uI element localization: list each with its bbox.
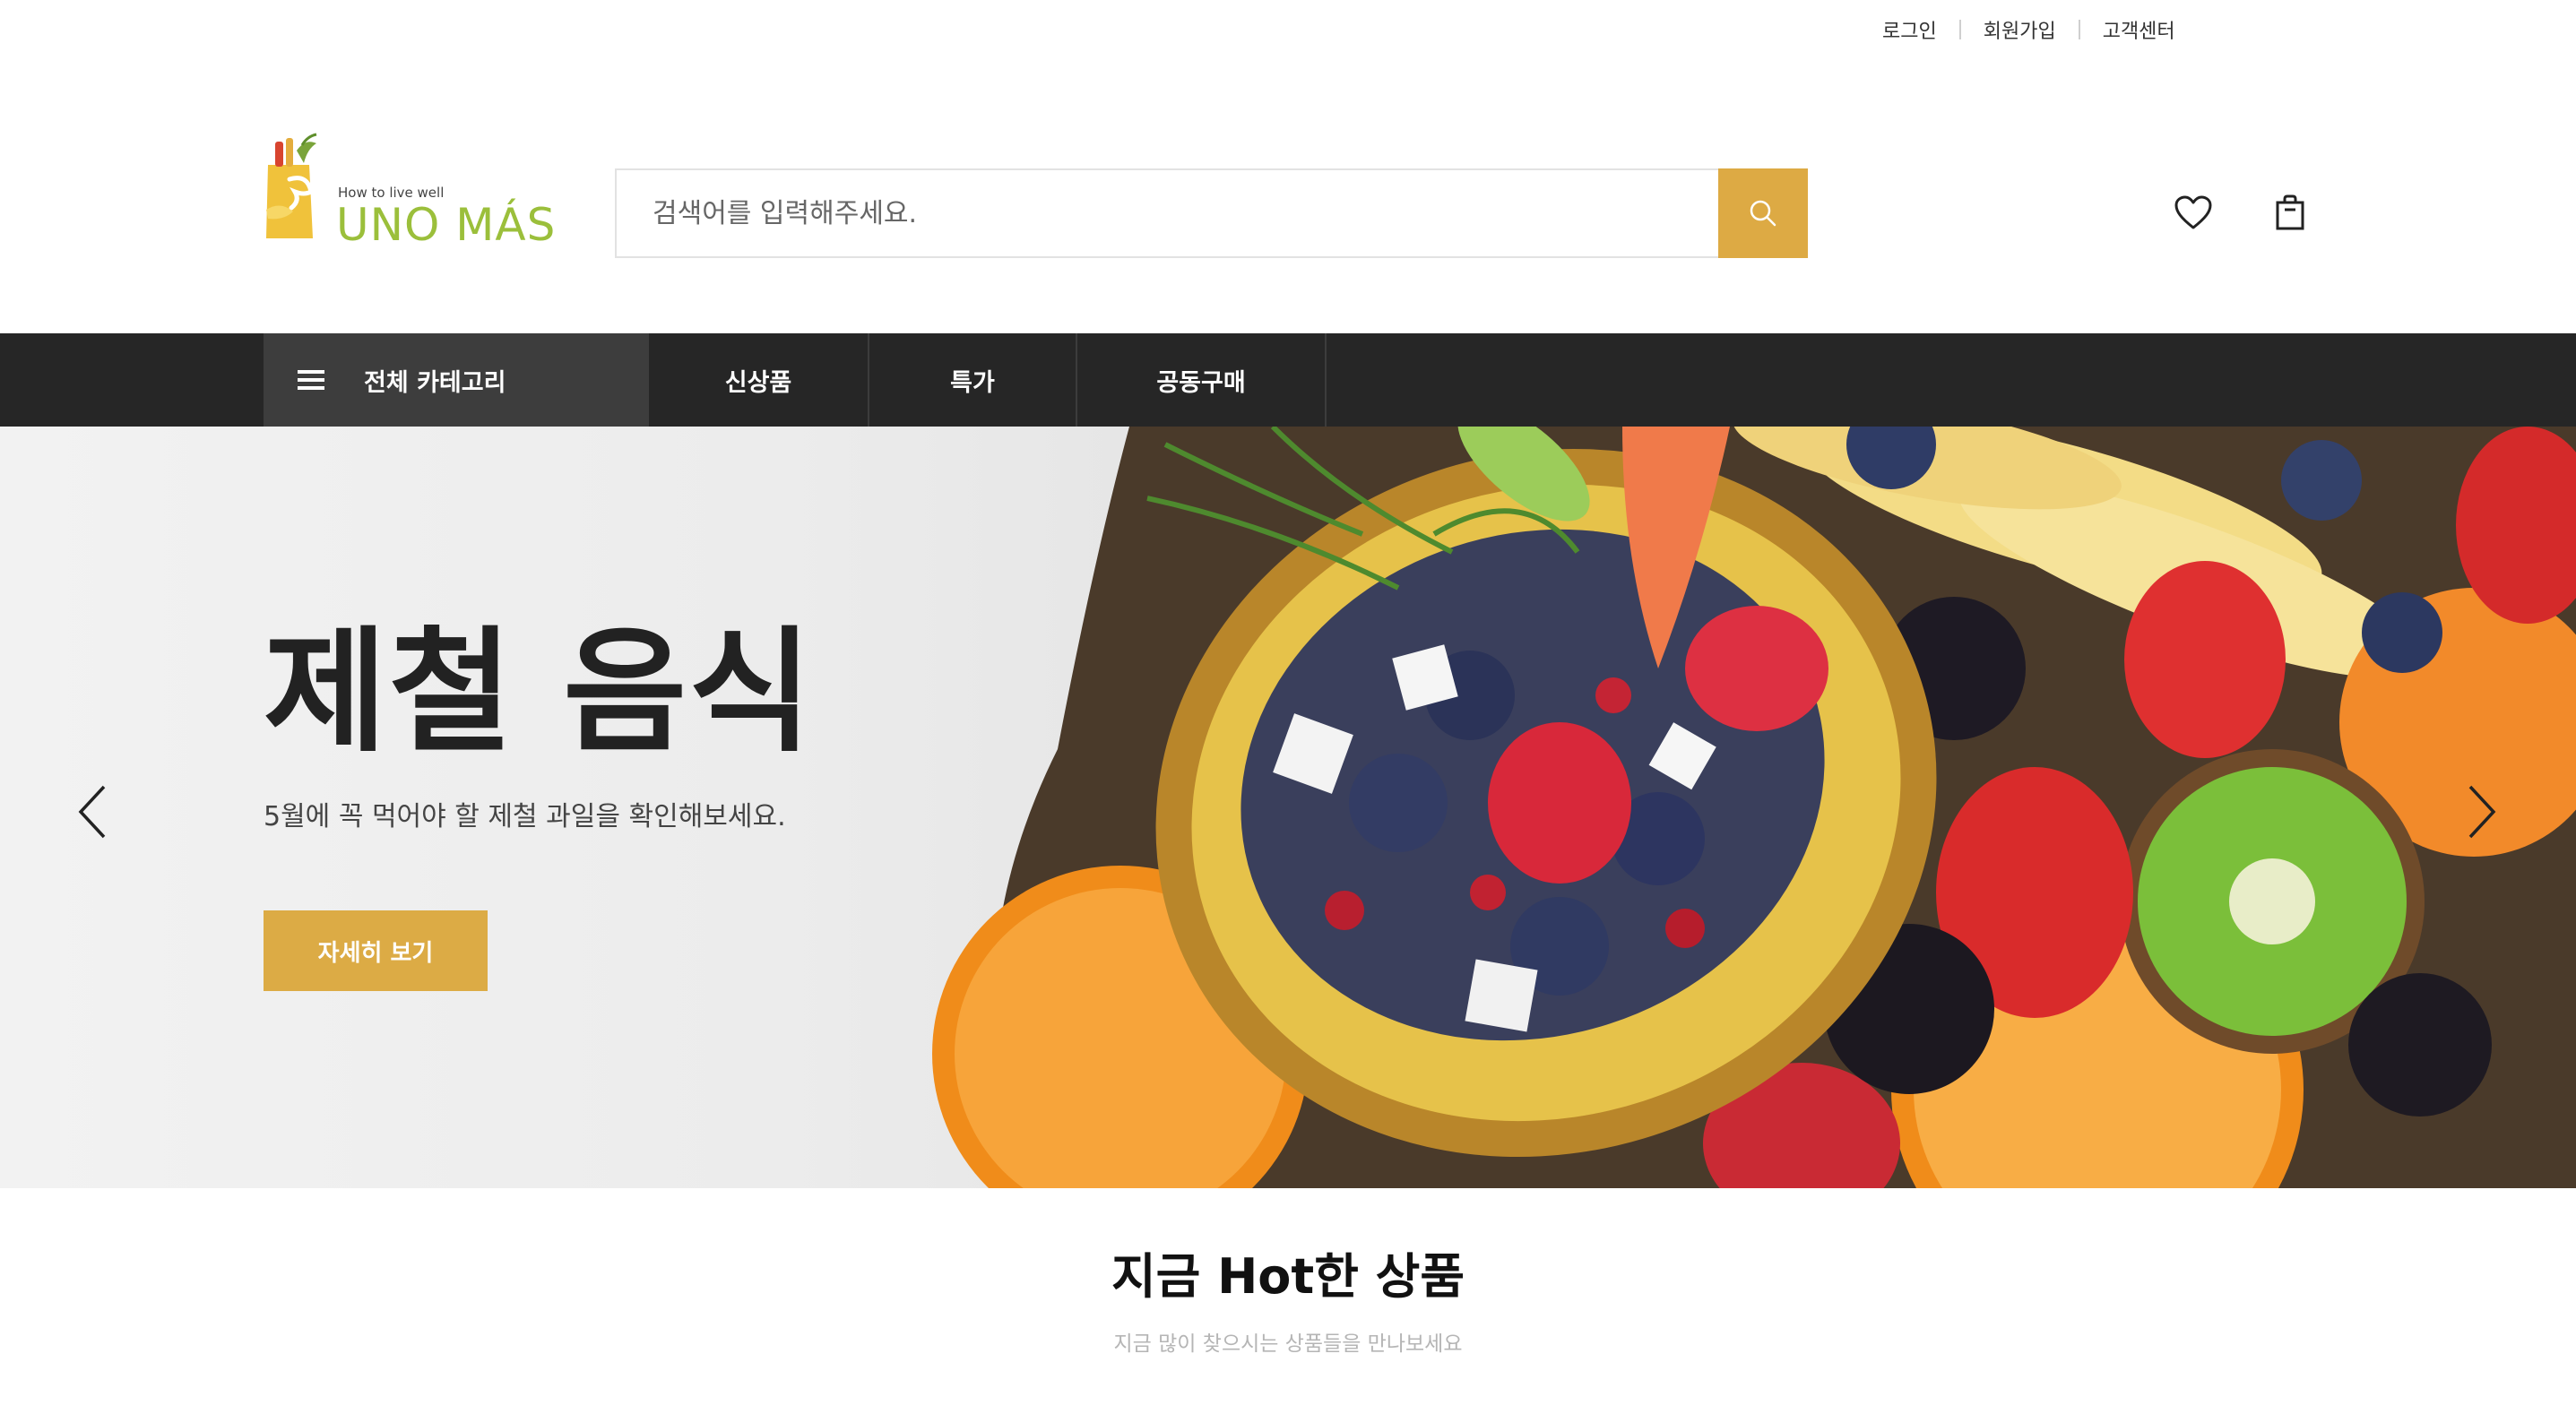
signup-link[interactable]: 회원가입: [1984, 15, 2056, 44]
chevron-right-icon: [2468, 785, 2496, 839]
hero-banner: 제철 음식 5월에 꼭 먹어야 할 제철 과일을 확인해보세요. 자세히 보기: [0, 427, 2576, 1188]
search-button[interactable]: [1718, 168, 1808, 258]
logo[interactable]: How to live well UNO MÁS: [263, 133, 560, 251]
all-categories-label: 전체 카테고리: [364, 368, 506, 397]
main-nav: 전체 카테고리 신상품 특가 공동구매: [0, 333, 2576, 427]
divider: [2078, 20, 2080, 39]
hero-subtitle: 5월에 꼭 먹어야 할 제철 과일을 확인해보세요.: [264, 801, 786, 832]
view-details-button[interactable]: 자세히 보기: [264, 910, 488, 991]
nav-item-new[interactable]: 신상품: [649, 333, 869, 427]
hamburger-icon: [298, 366, 324, 394]
utility-links: 로그인 회원가입 고객센터: [1882, 16, 2175, 43]
section-title: 지금 Hot한 상품: [1111, 1248, 1465, 1305]
search-icon: [1750, 200, 1776, 227]
svg-text:UNO MÁS: UNO MÁS: [336, 198, 556, 244]
search-bar: [615, 168, 1808, 258]
customer-center-link[interactable]: 고객센터: [2103, 15, 2175, 44]
nav-item-sale[interactable]: 특가: [869, 333, 1077, 427]
logo-graphic: How to live well UNO MÁS: [266, 133, 556, 251]
cart-button[interactable]: [2268, 190, 2312, 235]
nav-item-group-buy[interactable]: 공동구매: [1077, 333, 1327, 427]
wishlist-button[interactable]: [2171, 190, 2216, 235]
search-input[interactable]: [617, 170, 1718, 256]
chevron-left-icon: [78, 785, 106, 839]
login-link[interactable]: 로그인: [1882, 15, 1937, 44]
divider: [1958, 20, 1961, 39]
prev-slide-button[interactable]: [66, 776, 120, 848]
next-slide-button[interactable]: [2454, 776, 2508, 848]
section-subtitle: 지금 많이 찾으시는 상품들을 만나보세요: [1113, 1332, 1463, 1356]
heart-icon: [2174, 195, 2212, 229]
shopping-bag-icon: [2276, 194, 2304, 230]
hero-title: 제철 음식: [264, 615, 815, 771]
all-categories-button[interactable]: 전체 카테고리: [264, 333, 649, 427]
